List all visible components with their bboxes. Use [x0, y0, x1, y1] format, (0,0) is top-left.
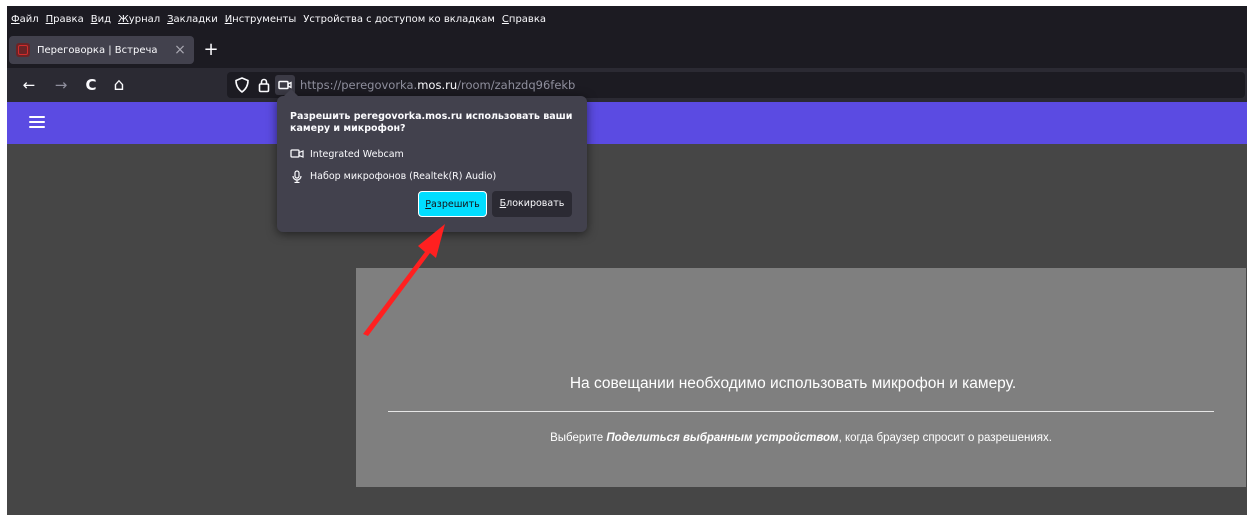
- annotation-arrow-icon: [363, 224, 445, 336]
- permission-message: Разрешить peregovorka.mos.ru использоват…: [290, 111, 573, 134]
- microphone-icon: [292, 170, 302, 183]
- tab-strip: Переговорка | Встреча × +: [7, 32, 1247, 68]
- permission-info-card: На совещании необходимо использовать мик…: [356, 268, 1246, 487]
- card-subtitle: Выберите Поделиться выбранным устройство…: [550, 432, 1052, 444]
- new-tab-button[interactable]: +: [200, 39, 222, 61]
- forward-button[interactable]: →: [49, 73, 73, 97]
- webcam-icon: [290, 149, 304, 158]
- site-header-bar: [7, 102, 1247, 144]
- page-content: На совещании необходимо использовать мик…: [7, 102, 1247, 515]
- menu-history[interactable]: Журнал: [118, 14, 160, 25]
- block-button[interactable]: Блокировать: [492, 191, 572, 217]
- browser-window: Файл Правка Вид Журнал Закладки Инструме…: [7, 6, 1247, 515]
- site-favicon-icon: [16, 43, 30, 57]
- lock-icon[interactable]: [254, 75, 274, 95]
- allow-button[interactable]: Разрешить: [418, 191, 487, 217]
- tracking-protection-shield-icon[interactable]: [232, 75, 252, 95]
- home-button[interactable]: ⌂: [107, 73, 131, 97]
- menu-bookmarks[interactable]: Закладки: [167, 14, 218, 25]
- menu-synced-tabs[interactable]: Устройства с доступом ко вкладкам: [303, 14, 495, 25]
- card-title: На совещании необходимо использовать мик…: [569, 375, 1017, 392]
- address-bar[interactable]: https://peregovorka.mos.ru/room/zahzdq96…: [227, 72, 1245, 98]
- card-divider: [388, 411, 1214, 412]
- permission-popup: Разрешить peregovorka.mos.ru использоват…: [277, 89, 587, 232]
- tab-title: Переговорка | Встреча: [37, 44, 158, 56]
- microphone-device-name: Набор микрофонов (Realtek(R) Audio): [310, 171, 497, 182]
- tab-meeting[interactable]: Переговорка | Встреча ×: [9, 36, 194, 64]
- menu-bar: Файл Правка Вид Журнал Закладки Инструме…: [7, 6, 1247, 32]
- menu-edit[interactable]: Правка: [46, 14, 84, 25]
- camera-device-name: Integrated Webcam: [310, 148, 404, 160]
- back-button[interactable]: ←: [17, 73, 41, 97]
- menu-view[interactable]: Вид: [91, 14, 111, 25]
- hamburger-menu-icon[interactable]: [29, 116, 45, 128]
- popup-arrow: [284, 89, 298, 96]
- menu-help[interactable]: Справка: [502, 14, 546, 25]
- url-text[interactable]: https://peregovorka.mos.ru/room/zahzdq96…: [300, 72, 575, 98]
- card-subtitle-emphasis: Поделиться выбранным устройством: [606, 432, 839, 444]
- microphone-device-row: Набор микрофонов (Realtek(R) Audio): [290, 170, 496, 183]
- tab-close-icon[interactable]: ×: [170, 43, 190, 57]
- navigation-toolbar: ← → C ⌂ https://peregovorka.mos.ru/room/…: [7, 68, 1247, 102]
- menu-tools[interactable]: Инструменты: [225, 14, 297, 25]
- camera-device-row: Integrated Webcam: [290, 148, 404, 160]
- menu-file[interactable]: Файл: [11, 14, 39, 25]
- reload-button[interactable]: C: [79, 73, 103, 97]
